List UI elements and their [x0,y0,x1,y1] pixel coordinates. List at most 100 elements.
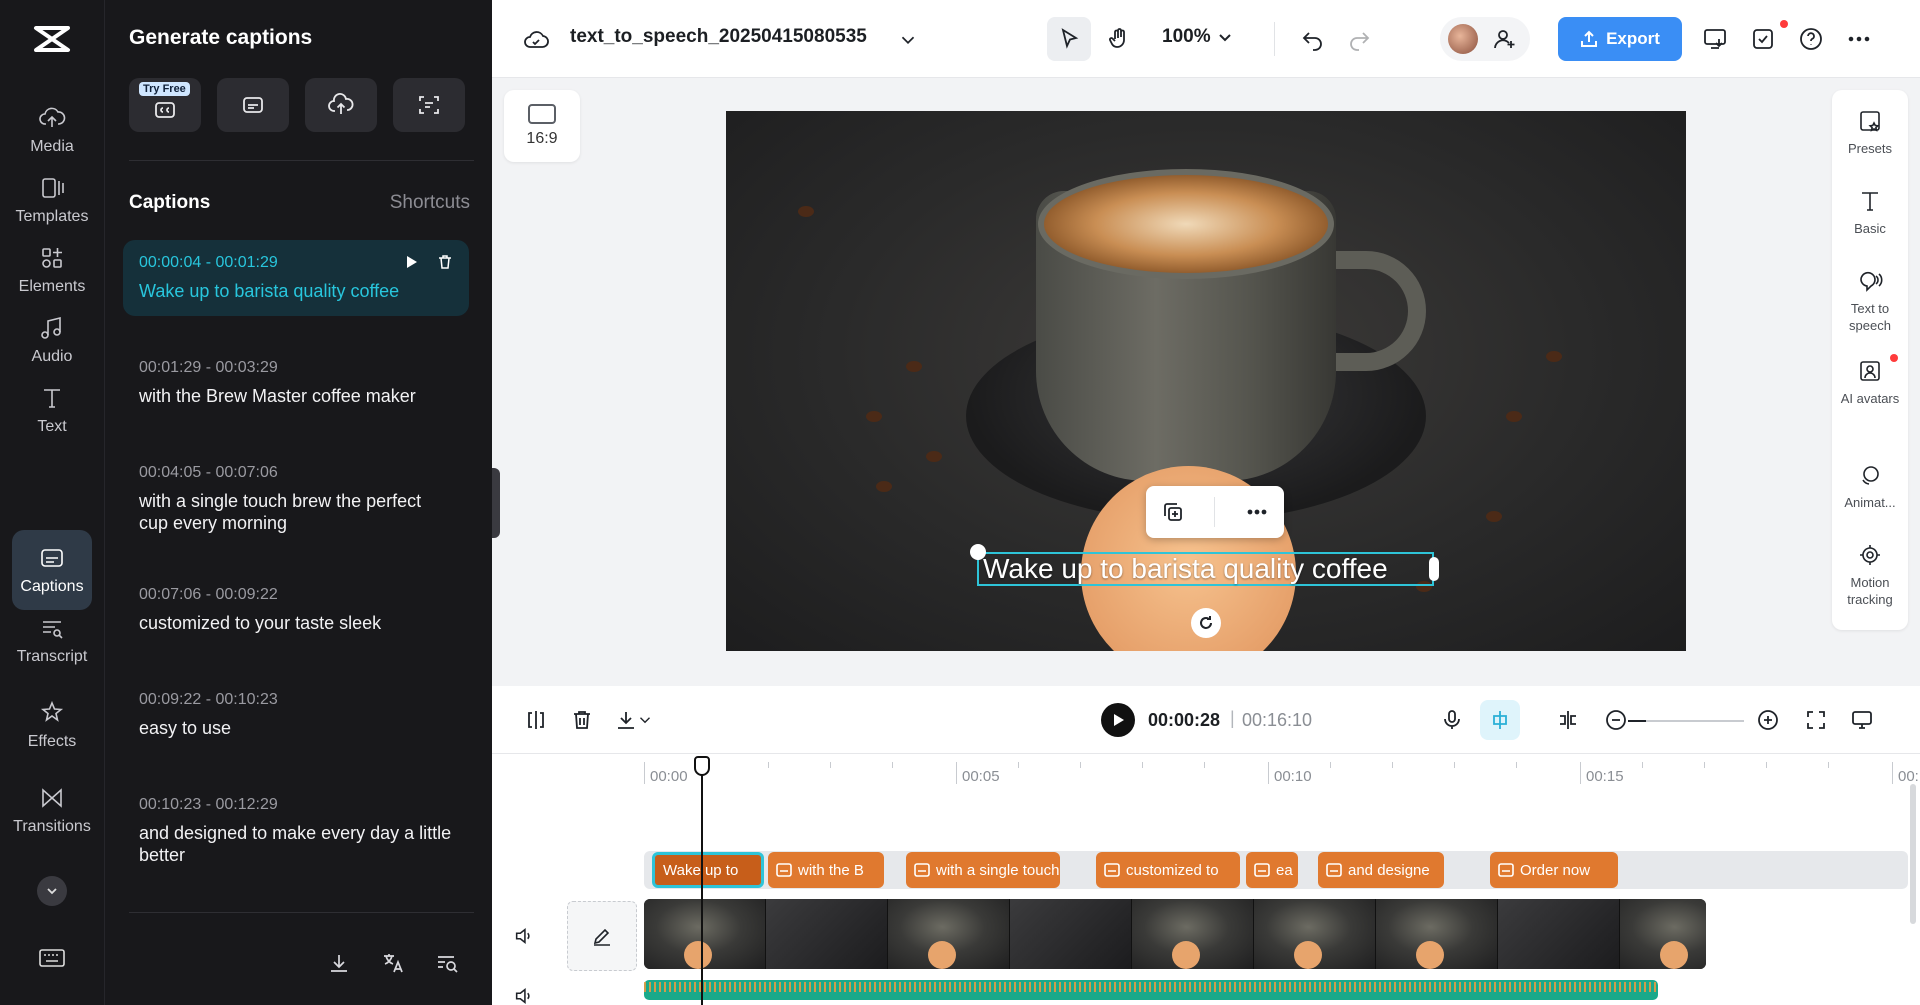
caption-item[interactable]: 00:01:29 - 00:03:29 with the Brew Master… [123,345,469,421]
manual-captions-button[interactable] [217,78,289,132]
video-track-mute[interactable] [512,924,536,948]
edit-cover-button[interactable] [567,901,637,971]
caption-clip[interactable]: and designe [1318,852,1444,888]
video-track[interactable] [644,899,1706,969]
keyboard-shortcuts-button[interactable] [36,944,68,972]
caption-overlay-text[interactable]: Wake up to barista quality coffee [983,554,1388,584]
capcut-logo[interactable] [30,22,74,56]
brand-check-button[interactable] [1748,24,1778,54]
caption-text[interactable]: with the Brew Master coffee maker [139,385,453,407]
caption-text[interactable]: customized to your taste sleek [139,612,453,634]
record-voice-button[interactable] [1438,706,1466,734]
export-button[interactable]: Export [1558,17,1682,61]
rail-transitions[interactable]: Transitions [12,770,92,850]
panel-collapse-handle[interactable] [492,468,500,538]
download-icon [331,955,347,972]
aspect-ratio-button[interactable]: 16:9 [504,90,580,162]
tool-basic[interactable]: Basic [1832,188,1908,237]
filename-dropdown[interactable] [896,28,920,52]
rail-elements[interactable]: Elements [12,230,92,310]
more-menu-button[interactable] [1844,24,1874,54]
audio-track[interactable] [644,980,1658,1000]
caption-item[interactable]: 00:09:22 - 00:10:23 easy to use [123,677,469,753]
caption-item[interactable]: 00:04:05 - 00:07:06 with a single touch … [123,450,469,548]
tool-text-to-speech[interactable]: Text to speech [1840,268,1900,334]
download-dropdown[interactable] [636,706,654,734]
caption-clip[interactable]: Order now [1490,852,1618,888]
coffee-bean [1546,351,1562,362]
delete-button[interactable] [568,706,596,734]
auto-snap-toggle[interactable] [1480,700,1520,740]
invite-button[interactable] [1492,26,1518,52]
cloud-sync-status[interactable] [522,26,550,54]
resize-handle[interactable] [970,544,986,560]
shortcuts-link[interactable]: Shortcuts [390,192,470,214]
translate-button[interactable] [379,949,407,977]
caption-text[interactable]: easy to use [139,717,453,739]
rail-transcript[interactable]: Transcript [12,600,92,680]
ruler-tick [1142,762,1143,768]
audio-track-mute[interactable] [512,984,536,1005]
caption-selection-box[interactable]: Wake up to barista quality coffee [977,552,1434,586]
scan-captions-button[interactable] [393,78,465,132]
caption-item[interactable]: 00:07:06 - 00:09:22 customized to your t… [123,572,469,648]
play-icon[interactable] [403,254,419,270]
redo-button[interactable] [1346,26,1372,52]
tool-motion-tracking[interactable]: Motion tracking [1840,542,1900,608]
split-view-button[interactable] [1554,706,1582,734]
caption-clip[interactable]: with the B [768,852,884,888]
auto-captions-button[interactable]: Try Free [129,78,201,132]
upload-captions-button[interactable] [305,78,377,132]
select-tool[interactable] [1047,17,1091,61]
project-filename[interactable]: text_to_speech_20250415080535 [570,26,867,48]
rail-media[interactable]: Media [12,90,92,170]
rail-text[interactable]: Text [12,370,92,450]
caption-clip[interactable]: customized to [1096,852,1240,888]
rail-audio[interactable]: Audio [12,300,92,380]
timeline[interactable]: 00:00 00:05 00:10 00:15 00: Wake up to w… [492,754,1920,1005]
caption-clip[interactable]: Wake up to [652,852,764,888]
tool-presets[interactable]: Presets [1832,108,1908,157]
rail-captions[interactable]: Captions [12,530,92,610]
align-split-icon [1560,711,1576,729]
caption-item[interactable]: 00:00:04 - 00:01:29 Wake up to barista q… [123,240,469,316]
rail-templates[interactable]: Templates [12,160,92,240]
play-button[interactable] [1101,703,1135,737]
rotate-handle[interactable] [1191,608,1221,638]
timeline-scrollbar[interactable] [1910,784,1916,924]
help-button[interactable] [1796,24,1826,54]
preview-mode-button[interactable] [1848,706,1876,734]
caption-item[interactable]: 00:10:23 - 00:12:29 and designed to make… [123,782,469,880]
playhead-handle[interactable] [694,756,710,776]
zoom-select[interactable]: 100% [1162,26,1233,48]
rail-effects[interactable]: Effects [12,685,92,765]
caption-clip[interactable]: ea [1246,852,1298,888]
tool-animation[interactable]: Animat... [1832,462,1908,511]
tool-ai-avatars[interactable]: AI avatars [1840,358,1900,407]
caption-text[interactable]: Wake up to barista quality coffee [139,280,453,302]
duplicate-icon[interactable] [1161,500,1185,524]
rail-expand-button[interactable] [37,876,67,906]
timeline-zoom-slider[interactable] [1628,720,1744,722]
search-captions-button[interactable] [433,949,461,977]
present-button[interactable] [1700,24,1730,54]
resize-handle[interactable] [1429,557,1439,581]
more-horizontal-icon[interactable] [1245,500,1269,524]
trash-icon[interactable] [437,254,453,270]
download-captions-button[interactable] [325,949,353,977]
playhead[interactable] [701,762,703,1005]
zoom-out-button[interactable] [1602,706,1630,734]
video-preview[interactable]: Wake up to barista quality coffee [726,111,1686,651]
avatar[interactable] [1448,24,1478,54]
caption-time: 00:07:06 - 00:09:22 [139,586,278,603]
undo-button[interactable] [1300,26,1326,52]
zoom-in-icon [1758,710,1778,730]
zoom-in-button[interactable] [1754,706,1782,734]
caption-text[interactable]: with a single touch brew the perfect cup… [139,490,453,534]
caption-time: 00:10:23 - 00:12:29 [139,796,278,813]
caption-text[interactable]: and designed to make every day a little … [139,822,453,866]
fit-timeline-button[interactable] [1802,706,1830,734]
caption-clip[interactable]: with a single touch [906,852,1060,888]
split-button[interactable] [522,706,550,734]
hand-tool[interactable] [1097,17,1141,61]
